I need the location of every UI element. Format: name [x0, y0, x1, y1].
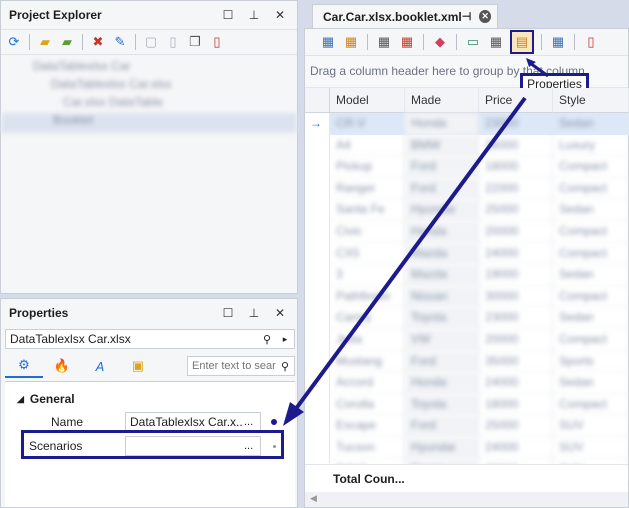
arrow-head-scenarios — [283, 402, 304, 426]
arrow-to-scenarios — [293, 96, 527, 412]
annotation-arrows — [283, 58, 549, 426]
arrow-to-tooltip — [529, 61, 549, 78]
